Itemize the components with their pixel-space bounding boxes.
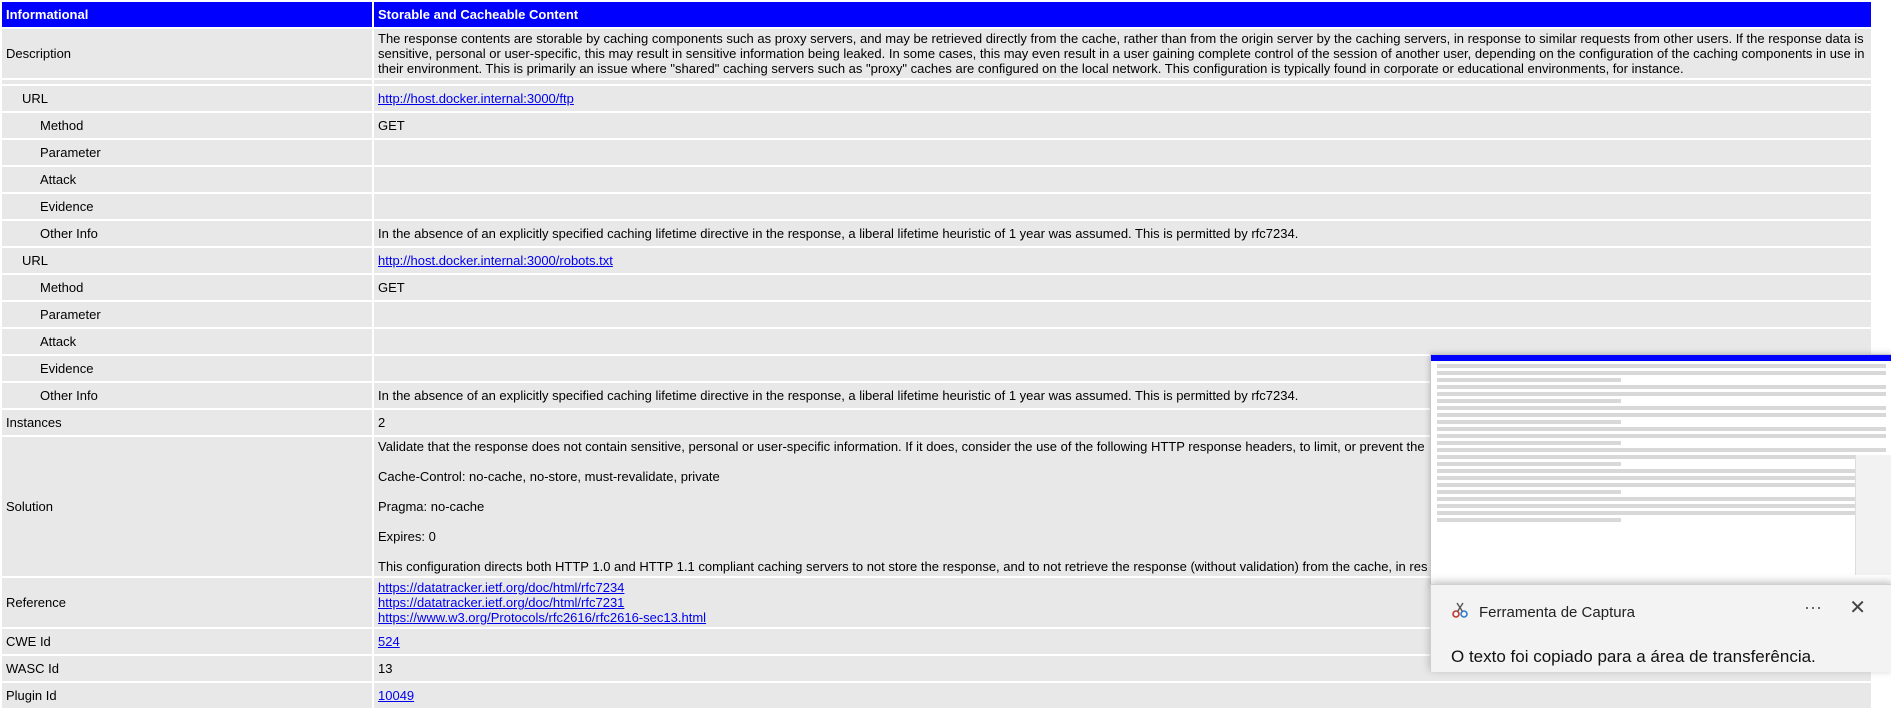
instance-attack-row: Attack [2,329,1871,354]
method-label: Method [2,113,372,138]
close-icon[interactable]: ✕ [1849,595,1866,620]
url-label: URL [2,86,372,111]
risk-level: Informational [2,2,372,27]
evidence-label: Evidence [2,194,372,219]
instance-attack-row: Attack [2,167,1871,192]
other-info-label: Other Info [2,383,372,408]
reference-label: Reference [2,578,372,627]
attack-label: Attack [2,167,372,192]
description-label: Description [2,29,372,78]
more-options-icon[interactable]: ··· [1804,597,1822,618]
evidence-value [374,194,1871,219]
instance-evidence-row: Evidence [2,194,1871,219]
scissors-icon [1451,601,1469,623]
instances-label: Instances [2,410,372,435]
description-text: The response contents are storable by ca… [374,29,1871,78]
cwe-label: CWE Id [2,629,372,654]
method-label: Method [2,275,372,300]
cwe-link[interactable]: 524 [378,634,400,649]
notification-message: O texto foi copiado para a área de trans… [1451,647,1816,666]
notification-app: Ferramenta de Captura [1451,601,1635,623]
alert-header-row: Informational Storable and Cacheable Con… [2,2,1871,27]
attack-label: Attack [2,329,372,354]
plugin-link[interactable]: 10049 [378,688,414,703]
parameter-label: Parameter [2,140,372,165]
instance-method-row: Method GET [2,275,1871,300]
method-value: GET [374,113,1871,138]
wasc-label: WASC Id [2,656,372,681]
parameter-label: Parameter [2,302,372,327]
description-row: Description The response contents are st… [2,29,1871,78]
instance-url-link[interactable]: http://host.docker.internal:3000/ftp [378,91,574,106]
notification-app-name: Ferramenta de Captura [1479,603,1635,621]
parameter-value [374,140,1871,165]
capture-thumbnail[interactable] [1430,354,1891,586]
thumbnail-side-panel [1855,455,1891,575]
instance-url-link[interactable]: http://host.docker.internal:3000/robots.… [378,253,613,268]
attack-value [374,167,1871,192]
instance-url-row: URL http://host.docker.internal:3000/ftp [2,86,1871,111]
parameter-value [374,302,1871,327]
instance-other-info-row: Other Info In the absence of an explicit… [2,221,1871,246]
other-info-label: Other Info [2,221,372,246]
instance-parameter-row: Parameter [2,140,1871,165]
solution-label: Solution [2,437,372,576]
other-info-value: In the absence of an explicitly specifie… [374,221,1871,246]
attack-value [374,329,1871,354]
instance-url-row: URL http://host.docker.internal:3000/rob… [2,248,1871,273]
snipping-tool-notification[interactable]: Ferramenta de Captura ··· ✕ O texto foi … [1430,584,1891,672]
url-label: URL [2,248,372,273]
method-value: GET [374,275,1871,300]
spacer-row [2,80,1871,84]
plugin-label: Plugin Id [2,683,372,708]
evidence-label: Evidence [2,356,372,381]
instance-method-row: Method GET [2,113,1871,138]
plugin-row: Plugin Id 10049 [2,683,1871,708]
thumbnail-header-bar [1431,355,1891,361]
instance-parameter-row: Parameter [2,302,1871,327]
alert-name: Storable and Cacheable Content [374,2,1871,27]
